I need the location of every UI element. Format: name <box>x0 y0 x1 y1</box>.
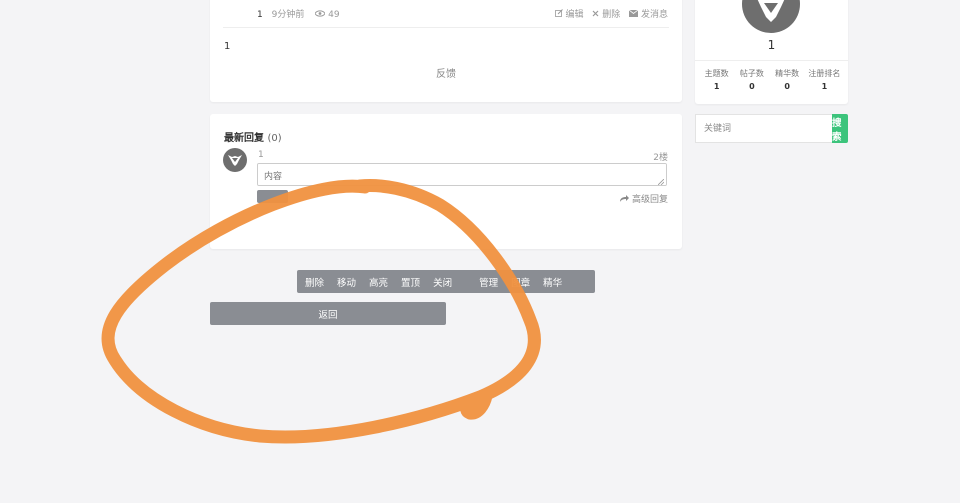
view-count: 49 <box>328 10 340 20</box>
reply-floor: 2楼 <box>653 153 668 163</box>
edit-label: 编辑 <box>565 10 584 20</box>
stat-value: 0 <box>784 82 790 91</box>
divider <box>223 27 669 28</box>
search-box: 搜索 <box>695 114 848 143</box>
stat-value: 1 <box>713 82 720 91</box>
post-time: 9分钟前 <box>271 10 305 20</box>
moderator-toolbar: 删除 移动 高亮 置顶 关闭 管理 图章 精华 <box>297 270 595 293</box>
stat-posts: 帖子数 0 <box>734 68 769 91</box>
eye-icon <box>314 9 326 20</box>
share-icon <box>620 194 630 205</box>
user-name[interactable]: 1 <box>695 38 848 52</box>
stat-label: 主题数 <box>704 69 729 78</box>
advanced-reply-label: 高级回复 <box>631 195 668 205</box>
search-button[interactable]: 搜索 <box>832 114 848 143</box>
tool-close[interactable]: 关闭 <box>433 275 452 289</box>
user-card: 1 主题数 1 帖子数 0 精华数 0 注册排名 1 <box>695 0 848 104</box>
user-avatar[interactable] <box>741 0 801 34</box>
replies-card: 最新回复 (0) 1 2楼 高级回复 <box>210 114 682 249</box>
user-stats: 主题数 1 帖子数 0 精华数 0 注册排名 1 <box>699 68 844 91</box>
tool-sticky[interactable]: 置顶 <box>401 275 420 289</box>
replies-title: 最新回复 (0) <box>224 129 282 144</box>
resize-grip-icon[interactable] <box>657 178 665 186</box>
tool-highlight[interactable]: 高亮 <box>369 275 388 289</box>
delete-label: 删除 <box>602 10 621 20</box>
stat-digests: 精华数 0 <box>770 68 805 91</box>
envelope-icon <box>628 9 639 20</box>
tool-digest[interactable]: 精华 <box>543 275 562 289</box>
replies-title-label: 最新回复 <box>224 133 264 144</box>
stat-label: 精华数 <box>775 69 800 78</box>
feedback-button[interactable]: 反馈 <box>210 65 682 80</box>
back-button[interactable]: 返回 <box>210 302 446 325</box>
message-label: 发消息 <box>640 10 668 20</box>
stat-label: 注册排名 <box>808 69 841 78</box>
advanced-reply-link[interactable]: 高级回复 <box>620 192 668 205</box>
message-action[interactable]: 发消息 <box>628 9 668 20</box>
stat-label: 帖子数 <box>739 69 764 78</box>
tool-stamp[interactable]: 图章 <box>511 275 530 289</box>
edit-action[interactable]: 编辑 <box>554 9 587 20</box>
search-input[interactable] <box>695 114 832 143</box>
topic-content: 1 <box>224 41 231 52</box>
stat-value: 0 <box>749 82 755 91</box>
replies-count: (0) <box>267 133 282 144</box>
tool-delete[interactable]: 删除 <box>305 275 324 289</box>
edit-icon <box>554 9 563 20</box>
reply-input[interactable] <box>257 163 667 186</box>
topic-actions: 编辑 删除 发消息 <box>549 7 668 20</box>
stat-rank: 注册排名 1 <box>805 68 844 91</box>
topic-meta: 1 9分钟前 49 <box>257 7 340 20</box>
reply-submit-button[interactable] <box>257 190 288 203</box>
stat-topics: 主题数 1 <box>699 68 734 91</box>
tool-manage[interactable]: 管理 <box>479 275 498 289</box>
author-id[interactable]: 1 <box>257 10 263 20</box>
stat-value: 1 <box>821 82 828 91</box>
reply-author[interactable]: 1 <box>258 150 264 160</box>
delete-action[interactable]: 删除 <box>592 10 623 20</box>
reply-avatar[interactable] <box>223 148 247 172</box>
tool-move[interactable]: 移动 <box>337 275 356 289</box>
divider <box>695 60 848 61</box>
topic-card: 1 9分钟前 49 编辑 删除 发消息 1 反馈 <box>210 0 682 102</box>
close-icon <box>592 10 599 20</box>
